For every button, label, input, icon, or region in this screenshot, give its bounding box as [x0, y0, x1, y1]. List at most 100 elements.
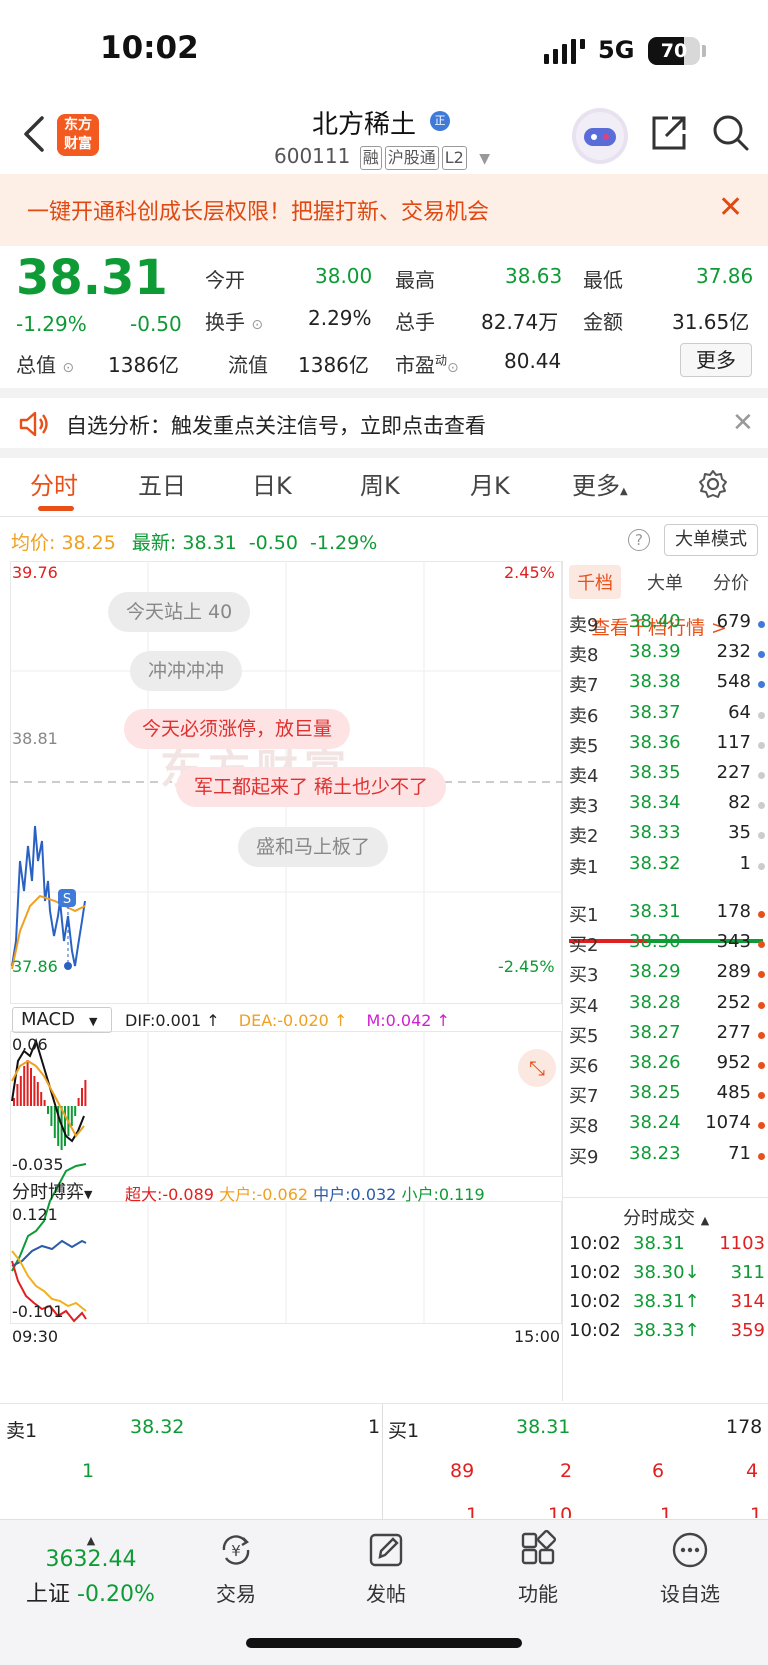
book-tab-depth[interactable]: 千档	[569, 565, 621, 599]
nav-trade[interactable]: ¥ 交易	[186, 1530, 286, 1607]
macd-bottom-label: -0.035	[12, 1155, 64, 1174]
level-volume: 485	[716, 1082, 751, 1104]
search-icon[interactable]	[712, 114, 750, 152]
volume-value: 82.74万	[481, 310, 559, 334]
divider	[0, 516, 768, 517]
tab-daily-k[interactable]: 日K	[252, 466, 292, 501]
more-button[interactable]: 更多	[680, 343, 752, 377]
verified-badge: 正	[430, 111, 450, 131]
level-price: 38.27	[629, 1021, 681, 1043]
level-label: 卖6	[569, 705, 599, 727]
macd-bar	[53, 1106, 56, 1138]
tab-weekly-k[interactable]: 周K	[360, 466, 400, 501]
queue-buy-vol: 89	[450, 1460, 475, 1482]
open-label: 今开	[205, 268, 245, 292]
level-label: 买4	[569, 995, 599, 1017]
tab-more[interactable]: 更多▲	[572, 466, 628, 501]
tab-monthly-k[interactable]: 月K	[470, 466, 510, 501]
bottom-sell-vol: 1	[368, 1416, 381, 1438]
book-tab-big[interactable]: 大单	[647, 569, 683, 595]
order-book-row: 买5 38.27 277	[569, 1018, 765, 1050]
trades-title[interactable]: 分时成交 ▲	[623, 1204, 709, 1230]
macd-bar	[23, 1066, 26, 1106]
float-mv-value: 1386亿	[298, 353, 369, 377]
game-selector[interactable]: 分时博弈▼	[12, 1178, 92, 1204]
level-volume: 548	[716, 671, 751, 693]
close-icon[interactable]: ✕	[732, 408, 754, 438]
level-dot	[758, 971, 765, 979]
order-book-row: 买3 38.29 289	[569, 957, 765, 989]
nav-features[interactable]: 功能	[488, 1530, 588, 1607]
level-price: 38.24	[629, 1112, 681, 1134]
order-book-row: 卖6 38.37 64	[569, 698, 765, 730]
price-high-label: 39.76	[12, 563, 58, 582]
expand-icon[interactable]: ⤡	[518, 1049, 556, 1087]
intraday-chart[interactable]: S 39.76 2.45% 38.81 37.86 -2.45% 东方财富 今天…	[10, 561, 562, 1401]
trade-price: 38.33↑	[633, 1320, 700, 1341]
comment-bubble[interactable]: 盛和马上板了	[238, 827, 389, 867]
help-icon[interactable]: ?	[628, 529, 650, 551]
status-time: 10:02	[100, 30, 199, 66]
tab-intraday[interactable]: 分时	[30, 466, 78, 501]
trade-price: 38.31	[633, 1233, 685, 1254]
level-volume: 232	[716, 641, 751, 663]
pct-low-label: -2.45%	[498, 957, 555, 976]
trade-row: 10:02 38.31↑ 314	[569, 1291, 765, 1312]
level-price: 38.25	[629, 1082, 681, 1104]
app-logo[interactable]: 东方 财富	[57, 114, 99, 156]
level-volume: 227	[716, 762, 751, 783]
order-book-row: 卖2 38.33 35	[569, 818, 765, 850]
order-book-row: 买9 38.23 71	[569, 1139, 765, 1171]
trade-price: 38.31↑	[633, 1291, 700, 1312]
gear-icon[interactable]	[698, 469, 728, 499]
pe-label: 市盈动⊙	[395, 353, 459, 377]
level-volume: 117	[716, 731, 751, 753]
macd-bar	[70, 1106, 73, 1126]
level-label: 卖1	[569, 856, 599, 878]
level-dot	[758, 832, 765, 840]
share-icon[interactable]	[650, 114, 688, 152]
level-price: 38.40	[629, 611, 681, 632]
yen-cycle-icon: ¥	[222, 1535, 250, 1565]
last-price: 38.31	[16, 250, 168, 306]
order-book-row: 卖3 38.34 82	[569, 788, 765, 820]
comment-bubble[interactable]: 冲冲冲冲	[130, 651, 243, 691]
divider	[382, 1404, 383, 1520]
comment-bubble[interactable]: 今天站上 40	[108, 592, 251, 632]
comment-bubble[interactable]: 今天必须涨停，放巨量	[124, 709, 351, 749]
battery-tip	[702, 45, 706, 57]
macd-bar	[13, 1098, 15, 1106]
status-bar: 10:02 5G 70	[0, 0, 768, 100]
macd-bar	[30, 1068, 32, 1106]
back-arrow-icon[interactable]	[22, 114, 46, 154]
big-order-mode-button[interactable]: 大单模式	[664, 524, 758, 556]
game-bottom-label: -0.101	[12, 1302, 64, 1321]
trade-price: 38.30↓	[633, 1262, 700, 1283]
level-dot	[758, 911, 765, 918]
macd-selector[interactable]: MACD ▼	[12, 1007, 112, 1033]
level-label: 卖9	[569, 615, 599, 636]
book-tab-price[interactable]: 分价	[713, 569, 749, 595]
tab-five-day[interactable]: 五日	[138, 466, 186, 501]
ai-assistant-icon[interactable]	[572, 108, 628, 164]
nav-add-watchlist[interactable]: 设自选	[640, 1530, 740, 1607]
level-price: 38.38	[629, 671, 681, 693]
trade-row: 10:02 38.30↓ 311	[569, 1262, 765, 1283]
game-values: 超大:-0.089 大户:-0.062 中户:0.032 小户:0.119	[125, 1185, 485, 1204]
promo-banner[interactable]: 一键开通科创成长层权限！把握打新、交易机会 ✕	[0, 174, 768, 246]
tag-margin: 融	[359, 146, 382, 170]
alert-bar[interactable]: 自选分析：触发重点关注信号，立即点击查看 ✕	[0, 388, 768, 458]
game-top-label: 0.121	[12, 1205, 58, 1224]
index-ticker[interactable]: ▲ 3632.44 上证 -0.20%	[26, 1534, 156, 1608]
level-label: 买8	[569, 1116, 599, 1138]
stock-code-line[interactable]: 600111 融沪股通 L2 ▼	[274, 144, 490, 170]
level-dot	[758, 772, 765, 779]
comment-bubble[interactable]: 军工都起来了 稀土也少不了	[176, 767, 447, 807]
order-book-row: 卖8 38.39 232	[569, 637, 765, 669]
nav-post[interactable]: 发帖	[336, 1530, 436, 1607]
logo-line-1: 东方	[64, 117, 92, 133]
alert-text: 自选分析：触发重点关注信号，立即点击查看	[66, 414, 486, 438]
level-price: 38.33	[629, 822, 681, 844]
close-icon[interactable]: ✕	[718, 190, 743, 225]
total-mv-label: 总值 ⊙	[16, 353, 75, 377]
